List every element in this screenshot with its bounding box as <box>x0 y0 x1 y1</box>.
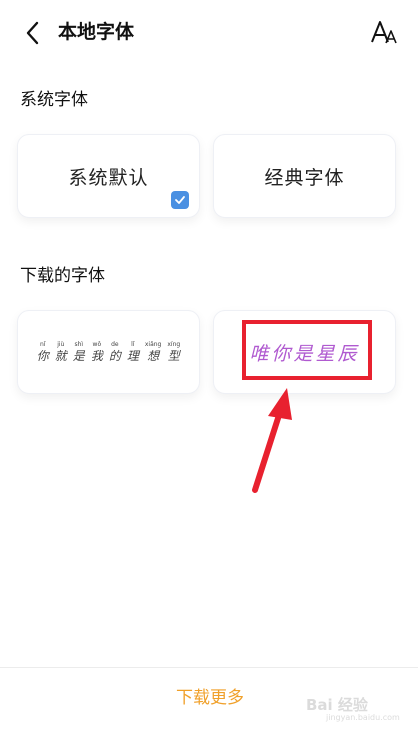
pinyin-label: jiù <box>57 341 65 348</box>
watermark-text: Bai 经验 <box>306 696 368 714</box>
footer-divider <box>0 667 418 668</box>
preview-char: 型 <box>167 349 180 363</box>
font-card-label: 经典字体 <box>264 166 345 189</box>
preview-char: 是 <box>72 349 85 363</box>
pinyin-label: nǐ <box>40 341 46 348</box>
preview-char: 你 <box>36 349 49 363</box>
pinyin-label: xiǎng <box>144 341 162 348</box>
font-size-icon[interactable] <box>370 18 400 46</box>
pinyin-label: de <box>111 341 119 348</box>
font-card-classic[interactable]: 经典字体 <box>213 134 396 218</box>
back-icon[interactable] <box>18 18 48 48</box>
pinyin-label: lǐ <box>131 341 135 348</box>
preview-char: 理 <box>126 349 139 363</box>
check-icon <box>171 191 189 209</box>
pinyin-label: shì <box>74 341 84 348</box>
annotation-highlight-box <box>242 320 372 380</box>
page-title: 本地字体 <box>58 21 135 43</box>
watermark: Bai 经验 jingyan.baidu.com <box>298 691 410 727</box>
preview-char: 就 <box>54 349 67 363</box>
font-card-downloaded-1[interactable]: nǐ 你 jiù 就 shì 是 wǒ 我 de 的 lǐ 理 xiǎng 想 xíng 型 <box>17 310 200 394</box>
pinyin-label: wǒ <box>92 341 102 348</box>
font-preview-handwriting: nǐ 你 jiù 就 shì 是 wǒ 我 de 的 lǐ 理 xiǎng 想 xíng 型 <box>18 311 199 393</box>
preview-char: 我 <box>90 349 103 363</box>
section-title-downloaded: 下载的字体 <box>20 266 105 286</box>
font-card-system-default[interactable]: 系统默认 <box>17 134 200 218</box>
pinyin-label: xíng <box>167 341 181 348</box>
watermark-sub: jingyan.baidu.com <box>326 713 400 722</box>
top-bar: 本地字体 <box>0 0 418 62</box>
download-more-button[interactable]: 下载更多 <box>150 686 270 710</box>
section-title-system: 系统字体 <box>20 90 88 110</box>
preview-char: 的 <box>108 349 121 363</box>
preview-char: 想 <box>147 349 160 363</box>
